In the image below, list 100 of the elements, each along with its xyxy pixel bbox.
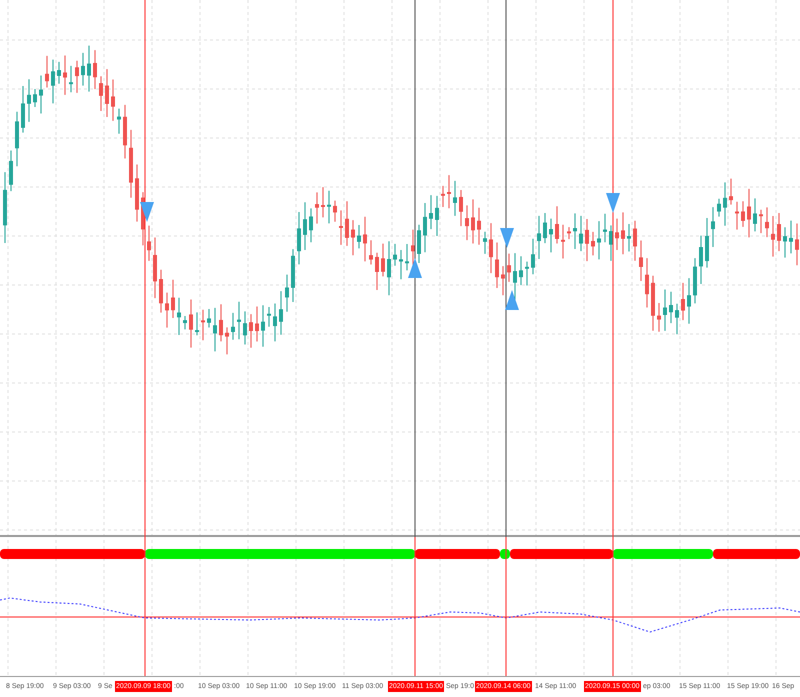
- candle: [255, 306, 259, 342]
- candle: [39, 75, 43, 114]
- candle: [225, 326, 229, 355]
- candle: [375, 252, 379, 290]
- candle: [63, 54, 67, 96]
- candle: [615, 218, 619, 250]
- candle: [165, 292, 169, 328]
- candle: [321, 186, 325, 218]
- candle: [735, 201, 739, 230]
- candle: [591, 231, 595, 256]
- candle: [435, 195, 439, 237]
- candle: [399, 250, 403, 280]
- candle: [783, 226, 787, 258]
- candle: [249, 314, 253, 348]
- candle: [573, 212, 577, 250]
- candle: [717, 198, 721, 218]
- candle: [315, 192, 319, 224]
- candle: [213, 307, 217, 352]
- candle: [201, 309, 205, 341]
- candle: [285, 274, 289, 312]
- candle: [99, 76, 103, 112]
- candle: [111, 79, 115, 122]
- candle: [747, 188, 751, 238]
- candle: [681, 282, 685, 321]
- candle: [765, 206, 769, 238]
- candle: [351, 220, 355, 256]
- candle: [189, 299, 193, 348]
- candle: [657, 302, 661, 332]
- candle: [279, 290, 283, 336]
- candle: [87, 45, 91, 92]
- candle: [9, 150, 13, 192]
- candle: [723, 182, 727, 226]
- candle: [423, 202, 427, 253]
- candle: [759, 209, 763, 234]
- candle: [15, 111, 19, 167]
- candle: [267, 306, 271, 328]
- candle: [153, 237, 157, 299]
- candle: [501, 266, 505, 296]
- candle: [363, 216, 367, 262]
- candle: [123, 104, 127, 159]
- candle: [531, 238, 535, 275]
- candle: [441, 185, 445, 208]
- candle: [405, 243, 409, 271]
- candle: [489, 222, 493, 274]
- candle: [639, 240, 643, 282]
- candle: [543, 212, 547, 244]
- up-arrow-icon: [505, 290, 519, 310]
- candle: [387, 240, 391, 296]
- candle: [273, 302, 277, 342]
- candle: [459, 190, 463, 227]
- candle: [129, 129, 133, 198]
- candle: [327, 190, 331, 224]
- candle: [357, 224, 361, 249]
- candle: [159, 269, 163, 314]
- candle: [291, 248, 295, 302]
- candle: [369, 240, 373, 266]
- candle: [645, 258, 649, 308]
- candle: [21, 85, 25, 134]
- candle: [627, 223, 631, 252]
- candle: [333, 200, 337, 222]
- candle: [561, 224, 565, 260]
- candle: [117, 108, 121, 134]
- candle: [741, 200, 745, 228]
- candle: [675, 303, 679, 335]
- candle: [477, 207, 481, 246]
- candle: [345, 200, 349, 246]
- candle: [93, 50, 97, 90]
- candle: [381, 243, 385, 277]
- up-arrow-icon: [408, 258, 422, 278]
- candle: [633, 220, 637, 262]
- candle: [231, 312, 235, 340]
- candle: [483, 231, 487, 254]
- candle: [471, 198, 475, 244]
- candle: [393, 243, 397, 266]
- candle: [579, 215, 583, 252]
- candle: [69, 65, 73, 93]
- candle: [597, 220, 601, 260]
- candle: [237, 301, 241, 340]
- candle: [507, 253, 511, 282]
- candle: [663, 289, 667, 332]
- candle: [711, 206, 715, 248]
- candle: [75, 60, 79, 94]
- candle: [81, 52, 85, 86]
- candle: [495, 242, 499, 288]
- candle: [513, 252, 517, 300]
- candle: [525, 261, 529, 286]
- candle: [699, 235, 703, 285]
- candle: [207, 308, 211, 328]
- candle: [171, 279, 175, 319]
- candle: [621, 212, 625, 255]
- candle: [549, 218, 553, 253]
- candle: [297, 212, 301, 265]
- candle: [795, 222, 799, 266]
- candle: [567, 226, 571, 240]
- candle: [45, 55, 49, 88]
- candle: [105, 68, 109, 118]
- candle: [147, 225, 151, 262]
- candle: [51, 59, 55, 104]
- candle: [777, 212, 781, 252]
- candle: [753, 198, 757, 232]
